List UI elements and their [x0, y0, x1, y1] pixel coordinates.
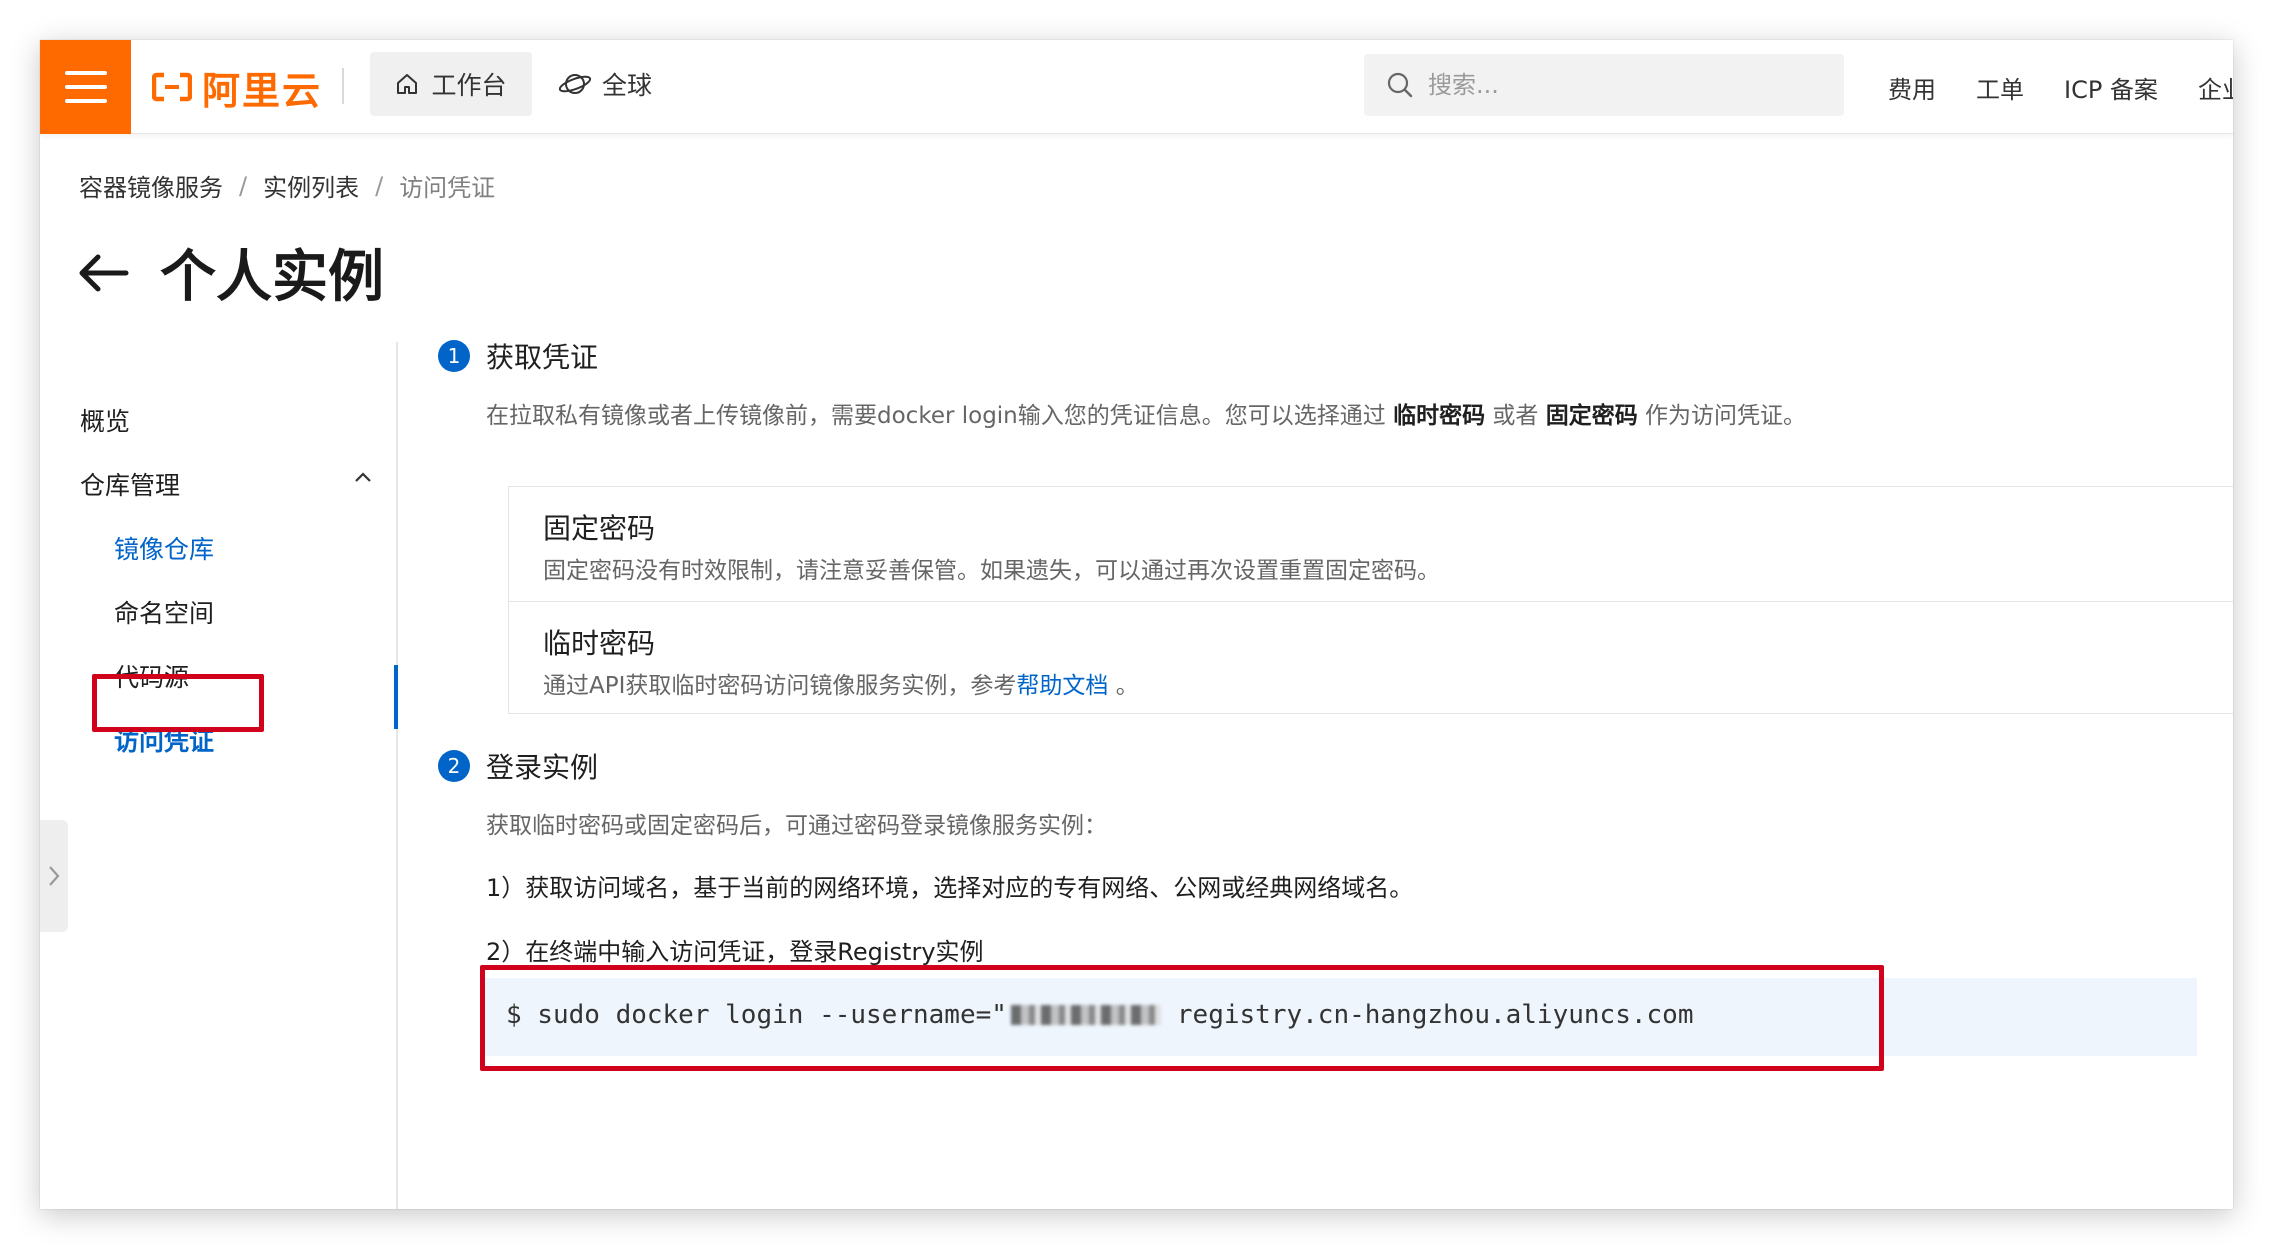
page-header: 个人实例 — [76, 232, 384, 313]
hamburger-menu-button[interactable] — [40, 40, 131, 134]
chevron-up-icon[interactable] — [353, 470, 373, 484]
sidebar-item-image-repo[interactable]: 镜像仓库 — [114, 530, 214, 566]
command-highlight-annotation — [480, 965, 1884, 1071]
credential-options-card: 固定密码 固定密码没有时效限制，请注意妥善保管。如果遗失，可以通过再次设置重置固… — [508, 486, 2233, 714]
aliyun-logo-icon — [152, 72, 192, 102]
region-global-button[interactable]: 全球 — [558, 52, 652, 116]
breadcrumb-separator: / — [375, 171, 384, 200]
step-1-description: 在拉取私有镜像或者上传镜像前，需要docker login输入您的凭证信息。您可… — [486, 396, 1806, 430]
search-icon — [1387, 72, 1413, 98]
breadcrumb-item-acr[interactable]: 容器镜像服务 — [79, 168, 223, 203]
step-2-description: 获取临时密码或固定密码后，可通过密码登录镜像服务实例： — [486, 813, 1107, 839]
sidebar-item-namespace[interactable]: 命名空间 — [114, 594, 214, 630]
breadcrumb-item-current: 访问凭证 — [399, 174, 496, 202]
search-input[interactable] — [1428, 71, 1828, 99]
fixed-password-desc: 固定密码没有时效限制，请注意妥善保管。如果遗失，可以通过再次设置重置固定密码。 — [543, 558, 1440, 584]
step-1-badge: 1 — [438, 340, 470, 372]
temp-password-desc: 通过API获取临时密码访问镜像服务实例，参考帮助文档 。 — [543, 666, 1139, 700]
help-doc-link[interactable]: 帮助文档 — [1016, 673, 1108, 699]
temp-password-desc-suffix: 。 — [1115, 673, 1139, 699]
page-title: 个人实例 — [160, 245, 384, 310]
workbench-button[interactable]: 工作台 — [370, 52, 532, 116]
sidebar-item-overview[interactable]: 概览 — [80, 402, 130, 438]
menu-line-icon — [64, 99, 107, 103]
search-bar[interactable] — [1364, 54, 1844, 116]
temp-password-desc-text: 通过API获取临时密码访问镜像服务实例，参考 — [543, 673, 1017, 699]
sidebar-active-indicator — [394, 665, 398, 729]
step-1-desc-prefix: 在拉取私有镜像或者上传镜像前，需要docker login输入您的凭证信息。您可… — [486, 403, 1386, 429]
home-icon — [397, 74, 418, 94]
temp-password-title: 临时密码 — [543, 627, 656, 660]
nav-link-tickets[interactable]: 工单 — [1976, 70, 2024, 105]
step-2-badge: 2 — [438, 750, 470, 782]
sidebar-divider — [396, 342, 398, 1209]
nav-link-billing[interactable]: 费用 — [1888, 70, 1936, 105]
sidebar-collapse-toggle[interactable] — [40, 820, 68, 932]
fixed-password-title: 固定密码 — [543, 512, 656, 545]
breadcrumb-separator: / — [239, 171, 248, 200]
globe-orbit-icon — [558, 74, 592, 94]
temp-password-option: 临时密码 通过API获取临时密码访问镜像服务实例，参考帮助文档 。 — [509, 601, 2233, 715]
fixed-password-option: 固定密码 固定密码没有时效限制，请注意妥善保管。如果遗失，可以通过再次设置重置固… — [509, 487, 2233, 601]
menu-line-icon — [64, 71, 107, 75]
back-arrow-icon[interactable] — [76, 253, 130, 293]
nav-link-icp[interactable]: ICP 备案 — [2064, 70, 2158, 105]
top-navigation-bar: 阿里云 工作台 全球 费用 工单 ICP 备案 企 — [40, 40, 2233, 134]
step-1-desc-suffix: 作为访问凭证。 — [1645, 403, 1807, 429]
logo-divider — [342, 68, 344, 104]
console-window: 阿里云 工作台 全球 费用 工单 ICP 备案 企 — [40, 40, 2233, 1209]
top-links: 费用 工单 ICP 备案 企业 — [1888, 40, 2233, 134]
menu-line-icon — [64, 85, 107, 89]
sidebar-highlight-annotation — [92, 674, 264, 732]
aliyun-logo[interactable]: 阿里云 — [152, 60, 322, 114]
breadcrumb: 容器镜像服务 / 实例列表 / 访问凭证 — [79, 168, 495, 203]
nav-link-enterprise[interactable]: 企业 — [2198, 70, 2233, 105]
global-label: 全球 — [602, 71, 653, 100]
step-1-desc-or: 或者 — [1492, 403, 1539, 429]
chevron-right-icon — [49, 866, 60, 886]
logo-text: 阿里云 — [202, 68, 323, 113]
workbench-label: 工作台 — [431, 71, 507, 100]
instruction-1: 1）获取访问域名，基于当前的网络环境，选择对应的专有网络、公网或经典网络域名。 — [486, 874, 1414, 902]
breadcrumb-item-instances[interactable]: 实例列表 — [263, 168, 359, 203]
instruction-2: 2）在终端中输入访问凭证，登录Registry实例 — [486, 938, 984, 966]
step-2-title: 登录实例 — [486, 751, 599, 784]
step-1-desc-temp: 临时密码 — [1393, 403, 1486, 429]
step-1-title: 获取凭证 — [486, 341, 599, 374]
step-1-desc-fixed: 固定密码 — [1545, 403, 1638, 429]
sidebar-group-repo-management[interactable]: 仓库管理 — [80, 466, 180, 502]
